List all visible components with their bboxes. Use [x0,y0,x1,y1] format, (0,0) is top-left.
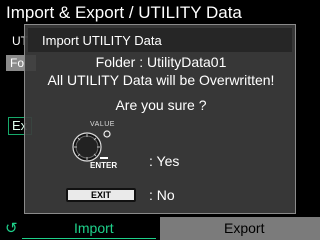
enter-indicator-icon [100,157,108,159]
value-label: VALUE [90,121,115,128]
value-knob-group[interactable]: VALUE ENTER [69,121,133,173]
background-folder-label: Fo [10,56,25,70]
dialog-folder-line: Folder : UtilityData01 [95,54,227,70]
yes-option-label: : Yes [149,153,180,169]
footer-tab-bar: ↺ Import Export [0,217,320,240]
page-title: Import & Export / UTILITY Data [6,3,242,22]
no-option-label: : No [149,187,175,203]
tab-export-label: Export [224,220,265,236]
tab-import-underline [22,238,156,239]
tab-export[interactable]: Export [160,217,320,240]
tab-import-label: Import [74,220,114,236]
exit-button[interactable]: EXIT [66,188,136,202]
enter-label: ENTER [90,161,118,170]
dialog-title-bar: Import UTILITY Data [28,28,292,52]
dialog-warning-line: All UTILITY Data will be Overwritten! [47,72,275,88]
dialog-title: Import UTILITY Data [42,33,162,48]
confirm-dialog: Import UTILITY Data Folder : UtilityData… [24,24,296,214]
dialog-question: Are you sure ? [115,97,207,113]
tab-import[interactable]: ↺ Import [0,217,160,240]
cycle-icon: ↺ [5,220,18,237]
